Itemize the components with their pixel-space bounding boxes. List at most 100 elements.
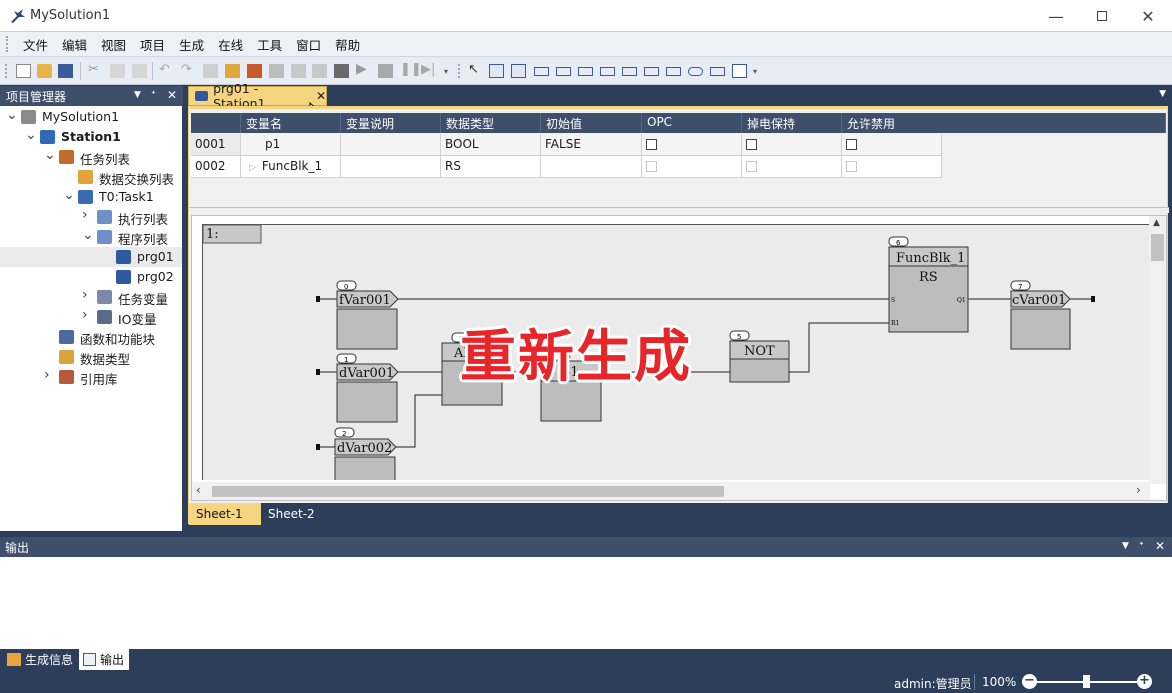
return-icon[interactable] [622, 67, 637, 76]
toolbar-overflow-icon[interactable]: ▾ [753, 67, 768, 81]
var-desc-cell[interactable] [341, 134, 441, 156]
horizontal-scrollbar[interactable]: ‹ › [192, 482, 1150, 500]
init-value-cell[interactable] [541, 156, 642, 178]
sheet-tab-1[interactable]: Sheet-1 [189, 503, 261, 525]
connect-icon[interactable] [269, 64, 284, 78]
scroll-left-icon[interactable]: ‹ [196, 483, 201, 497]
col-data-type[interactable]: 数据类型 [441, 113, 541, 133]
pointer-icon[interactable]: ↖ [468, 62, 483, 77]
panel-dropdown-icon[interactable]: ▼ [134, 90, 141, 100]
tree-item-[interactable]: › 任务变量 [0, 287, 182, 307]
menu-help[interactable]: 帮助 [328, 35, 367, 54]
run-icon[interactable]: ▶ [356, 61, 371, 77]
open-folder-icon[interactable] [37, 64, 52, 78]
upload-icon[interactable] [312, 64, 327, 78]
monitor-icon[interactable] [334, 64, 349, 78]
retain-checkbox[interactable] [746, 139, 757, 150]
pin-icon[interactable]: ᐩ [151, 88, 156, 102]
panel-close-icon[interactable]: ✕ [1155, 539, 1165, 553]
allow-disable-cell[interactable] [842, 134, 942, 156]
tab-output[interactable]: 输出 [79, 649, 129, 670]
vertical-scrollbar[interactable]: ▲ [1149, 216, 1166, 484]
expand-chevron-icon[interactable]: › [82, 207, 88, 223]
close-window-button[interactable]: ✕ [1125, 0, 1171, 32]
tree-item-t0-task1[interactable]: ⌄ T0:Task1 [0, 187, 182, 207]
init-value-cell[interactable]: FALSE [541, 134, 642, 156]
row-id[interactable]: 0001 [191, 134, 241, 156]
collapse-chevron-icon[interactable]: ⌄ [44, 147, 56, 163]
collapse-chevron-icon[interactable]: ⌄ [6, 107, 18, 123]
pause-icon[interactable]: ❚❚ [400, 62, 422, 77]
toolbar-overflow-icon[interactable]: ▾ [444, 67, 459, 81]
tree-item-station1[interactable]: ⌄ Station1 [0, 127, 182, 147]
step-icon[interactable]: ▶| [421, 62, 436, 77]
tree-item-[interactable]: ⌄ 任务列表 [0, 147, 182, 167]
download-icon[interactable] [291, 64, 306, 78]
tree-item-mysolution1[interactable]: ⌄ MySolution1 [0, 107, 182, 127]
compile-icon[interactable] [203, 64, 218, 78]
col-opc[interactable]: OPC [642, 113, 742, 133]
rebuild-icon[interactable] [247, 64, 262, 78]
menu-tools[interactable]: 工具 [250, 35, 289, 54]
col-var-name[interactable]: 变量名 [241, 113, 341, 133]
tree-item-[interactable]: › 执行列表 [0, 207, 182, 227]
opc-checkbox[interactable] [646, 139, 657, 150]
save-icon[interactable] [58, 64, 73, 78]
fbd-block-funcblk1[interactable]: 6 FuncBlk_1 RS S R1 Q1 [888, 236, 969, 333]
maximize-button[interactable] [1079, 0, 1125, 32]
jump-icon[interactable] [578, 67, 593, 76]
fbd-input-dvar002[interactable]: 2 dVar002 [334, 427, 397, 480]
menu-online[interactable]: 在线 [211, 35, 250, 54]
menu-build[interactable]: 生成 [172, 35, 211, 54]
collapse-chevron-icon[interactable]: ⌄ [63, 187, 75, 203]
tab-list-dropdown-icon[interactable]: ▼ [1159, 89, 1166, 99]
expand-chevron-icon[interactable]: › [82, 287, 88, 303]
var-name-cell[interactable]: ▷ FuncBlk_1 [241, 156, 341, 178]
undo-icon[interactable]: ↶ [159, 62, 174, 77]
horizontal-scroll-thumb[interactable] [212, 486, 724, 497]
menu-file[interactable]: 文件 [16, 35, 55, 54]
tree-item-[interactable]: ⌄ 程序列表 [0, 227, 182, 247]
data-type-cell[interactable]: BOOL [441, 134, 541, 156]
tree-item-[interactable]: 数据类型 [0, 347, 182, 367]
col-var-desc[interactable]: 变量说明 [341, 113, 441, 133]
menu-window[interactable]: 窗口 [289, 35, 328, 54]
paste-icon[interactable] [132, 64, 147, 78]
tree-item-[interactable]: › 引用库 [0, 367, 182, 387]
stop-icon[interactable] [378, 64, 393, 78]
redo-icon[interactable]: ↷ [181, 62, 196, 77]
collapse-chevron-icon[interactable]: ⌄ [82, 227, 94, 243]
negate-icon[interactable] [644, 67, 659, 76]
build-icon[interactable] [225, 64, 240, 78]
cut-icon[interactable]: ✂ [88, 62, 103, 77]
contact-icon[interactable] [688, 67, 703, 76]
fbd-block-not[interactable]: 5 NOT [729, 330, 790, 383]
expand-chevron-icon[interactable]: › [82, 307, 88, 323]
var-name-cell[interactable]: p1 [241, 134, 341, 156]
minimize-button[interactable]: — [1033, 0, 1079, 32]
col-retain[interactable]: 掉电保持 [742, 113, 842, 133]
data-type-cell[interactable]: RS [441, 156, 541, 178]
tree-item-prg01[interactable]: prg01 [0, 247, 182, 267]
new-file-icon[interactable] [16, 64, 31, 78]
fbd-input-dvar001[interactable]: 1 dVar001 [336, 353, 399, 423]
coil-icon[interactable] [710, 67, 725, 76]
vertical-scroll-thumb[interactable] [1151, 234, 1164, 261]
fbd-output-cvar001[interactable]: 7 cVar001 [1010, 280, 1071, 350]
allow-disable-checkbox[interactable] [846, 139, 857, 150]
zoom-slider-thumb[interactable] [1083, 675, 1090, 688]
label-icon[interactable] [600, 67, 615, 76]
scroll-right-icon[interactable]: › [1136, 483, 1141, 497]
connector-icon[interactable] [666, 67, 681, 76]
tab-close-icon[interactable]: ✕ [316, 89, 326, 103]
expand-chevron-icon[interactable]: › [44, 367, 50, 383]
expand-row-icon[interactable]: ▷ [249, 163, 256, 173]
zoom-out-button[interactable]: − [1022, 674, 1037, 689]
menu-project[interactable]: 项目 [133, 35, 172, 54]
retain-cell[interactable] [742, 134, 842, 156]
editor-splitter[interactable] [189, 207, 1169, 213]
tree-item-prg02[interactable]: prg02 [0, 267, 182, 287]
network-icon[interactable] [489, 64, 504, 78]
opc-cell[interactable] [642, 134, 742, 156]
block-icon[interactable] [511, 64, 526, 78]
